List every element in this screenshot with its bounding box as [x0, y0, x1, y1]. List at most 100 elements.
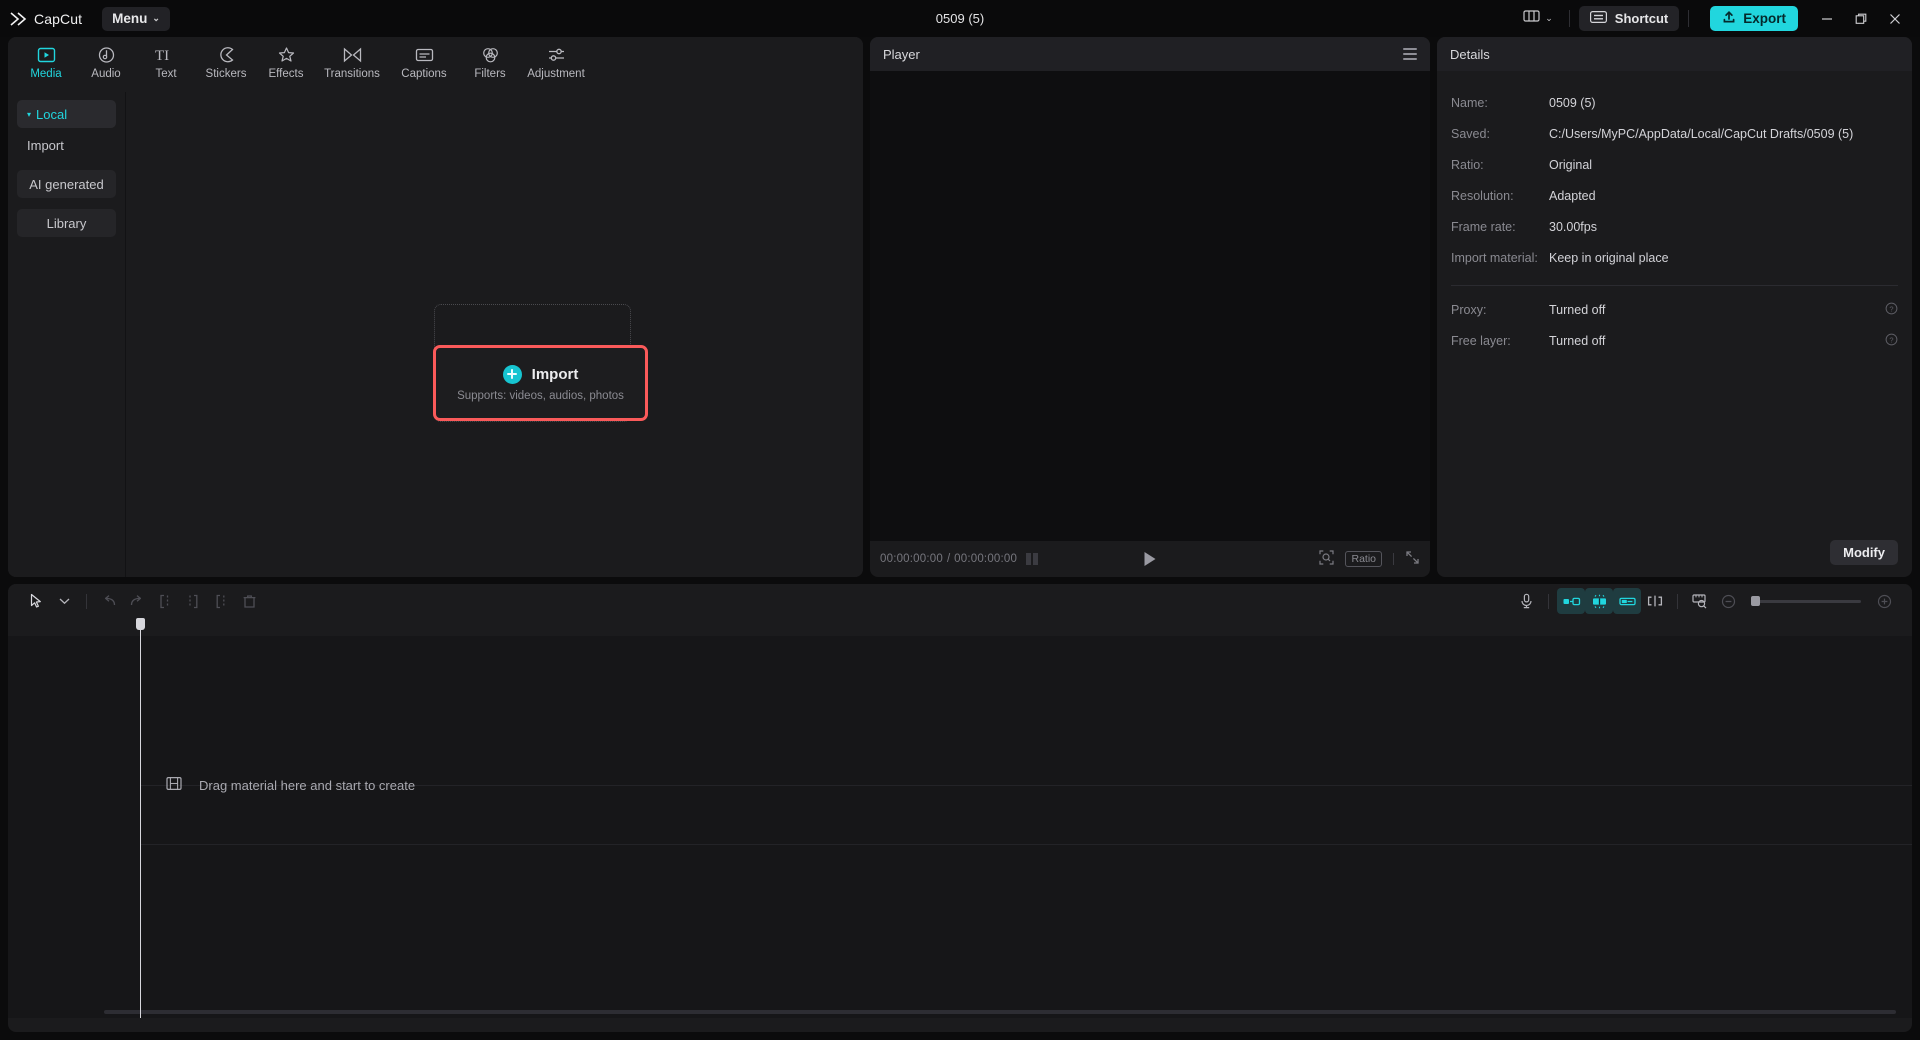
info-icon[interactable]: ? [1885, 333, 1898, 349]
detail-row-ratio: Ratio: Original [1451, 149, 1898, 180]
sidebar-item-library[interactable]: Library [17, 209, 116, 237]
auto-snap-icon[interactable] [1557, 588, 1585, 614]
captions-icon [414, 46, 435, 64]
playhead-handle[interactable] [136, 618, 145, 630]
select-tool-icon[interactable] [22, 588, 50, 614]
trim-right-icon[interactable] [207, 588, 235, 614]
upload-icon [1722, 10, 1736, 27]
minimize-button[interactable] [1810, 0, 1844, 37]
keyframe-list-icon[interactable] [1026, 553, 1039, 565]
tab-media[interactable]: Media [16, 42, 76, 80]
chevron-down-icon[interactable] [50, 588, 78, 614]
film-strip-icon [166, 776, 182, 794]
tab-text[interactable]: TI Text [136, 42, 196, 80]
hamburger-icon[interactable] [1403, 48, 1417, 60]
zoom-slider-handle[interactable] [1751, 596, 1760, 606]
media-panel: Media Audio TI Text Stickers Effects Tra… [8, 37, 863, 577]
shortcut-button[interactable]: Shortcut [1578, 6, 1680, 31]
filters-icon [480, 46, 501, 64]
divider [86, 593, 87, 609]
sidebar-item-local[interactable]: ▾ Local [17, 100, 116, 128]
menu-label: Menu [112, 11, 148, 26]
svg-text:TI: TI [155, 48, 169, 64]
shortcut-label: Shortcut [1614, 11, 1669, 26]
detail-row-free-layer: Free layer: Turned off ? [1451, 325, 1898, 356]
info-icon[interactable]: ? [1885, 302, 1898, 318]
sidebar-item-label: Local [36, 106, 68, 122]
sidebar-item-ai-generated[interactable]: AI generated [17, 170, 116, 198]
microphone-icon[interactable] [1512, 588, 1540, 614]
play-button[interactable] [1144, 552, 1156, 566]
time-separator: / [946, 553, 951, 565]
player-right-controls: Ratio [1319, 550, 1420, 568]
ratio-button[interactable]: Ratio [1345, 551, 1382, 567]
detail-value: C:/Users/MyPC/AppData/Local/CapCut Draft… [1549, 126, 1854, 141]
sidebar-item-label: AI generated [29, 176, 104, 192]
media-body: ▾ Local Import AI generated Library Impo… [8, 92, 863, 577]
close-button[interactable] [1878, 0, 1912, 37]
import-button[interactable]: Import Supports: videos, audios, photos [433, 345, 648, 421]
tab-stickers[interactable]: Stickers [196, 42, 256, 80]
sidebar-item-import[interactable]: Import [17, 131, 116, 159]
detail-label: Resolution: [1451, 188, 1514, 203]
tab-label: Audio [91, 68, 121, 80]
delete-icon[interactable] [235, 588, 263, 614]
caret-down-icon: ▾ [27, 109, 32, 119]
tab-label: Text [155, 68, 177, 80]
player-preview-stage[interactable] [870, 71, 1430, 541]
timeline-ruler[interactable] [8, 618, 1912, 636]
tab-transitions[interactable]: Transitions [316, 42, 388, 80]
redo-icon[interactable] [123, 588, 151, 614]
player-panel: Player 00:00:00:00 / 00:00:00:00 Ratio [870, 37, 1430, 577]
divider [1568, 10, 1570, 27]
player-header: Player [870, 37, 1430, 71]
tab-label: Media [30, 68, 62, 80]
media-canvas: Import Supports: videos, audios, photos [125, 92, 863, 577]
keyframe-split-icon[interactable] [1641, 588, 1669, 614]
playhead[interactable] [136, 618, 145, 1018]
effects-icon [276, 46, 297, 64]
tab-audio[interactable]: Audio [76, 42, 136, 80]
timeline-drop-hint[interactable]: Drag material here and start to create [166, 776, 415, 794]
preview-ruler-icon[interactable] [1686, 588, 1714, 614]
magnet-snap-icon[interactable] [1585, 588, 1613, 614]
link-clips-icon[interactable] [1613, 588, 1641, 614]
player-title: Player [883, 46, 920, 62]
detail-label: Saved: [1451, 126, 1490, 141]
tab-effects[interactable]: Effects [256, 42, 316, 80]
maximize-button[interactable] [1844, 0, 1878, 37]
track-header-column [8, 636, 50, 1018]
transitions-icon [342, 46, 363, 64]
menu-button[interactable]: Menu ⌄ [102, 6, 170, 31]
zoom-in-icon[interactable] [1870, 588, 1898, 614]
trim-left-icon[interactable] [179, 588, 207, 614]
plus-icon [502, 364, 522, 384]
zoom-fit-icon[interactable] [1319, 550, 1335, 568]
modify-button[interactable]: Modify [1830, 540, 1898, 565]
timeline-horizontal-scrollbar[interactable] [104, 1010, 1896, 1014]
timeline-tracks[interactable]: Drag material here and start to create [8, 636, 1912, 1018]
detail-label: Proxy: [1451, 302, 1487, 317]
layout-button[interactable]: ⌄ [1516, 5, 1560, 32]
details-header: Details [1437, 37, 1912, 71]
import-row: Import [502, 364, 578, 384]
detail-row-name: Name: 0509 (5) [1451, 87, 1898, 118]
detail-value: Adapted [1549, 188, 1596, 203]
tab-label: Adjustment [527, 68, 585, 80]
zoom-out-icon[interactable] [1714, 588, 1742, 614]
undo-icon[interactable] [95, 588, 123, 614]
timeline-zoom-slider[interactable] [1751, 596, 1861, 606]
tab-adjustment[interactable]: Adjustment [520, 42, 592, 80]
export-button[interactable]: Export [1710, 6, 1798, 31]
divider [1393, 553, 1394, 565]
split-icon[interactable] [151, 588, 179, 614]
media-icon [36, 46, 57, 64]
tab-captions[interactable]: Captions [388, 42, 460, 80]
tab-filters[interactable]: Filters [460, 42, 520, 80]
timeline-toolbar-right [1512, 588, 1898, 614]
fullscreen-icon[interactable] [1405, 550, 1420, 568]
detail-value: Turned off [1549, 302, 1606, 317]
tab-label: Captions [401, 68, 447, 80]
stickers-icon [216, 46, 237, 64]
